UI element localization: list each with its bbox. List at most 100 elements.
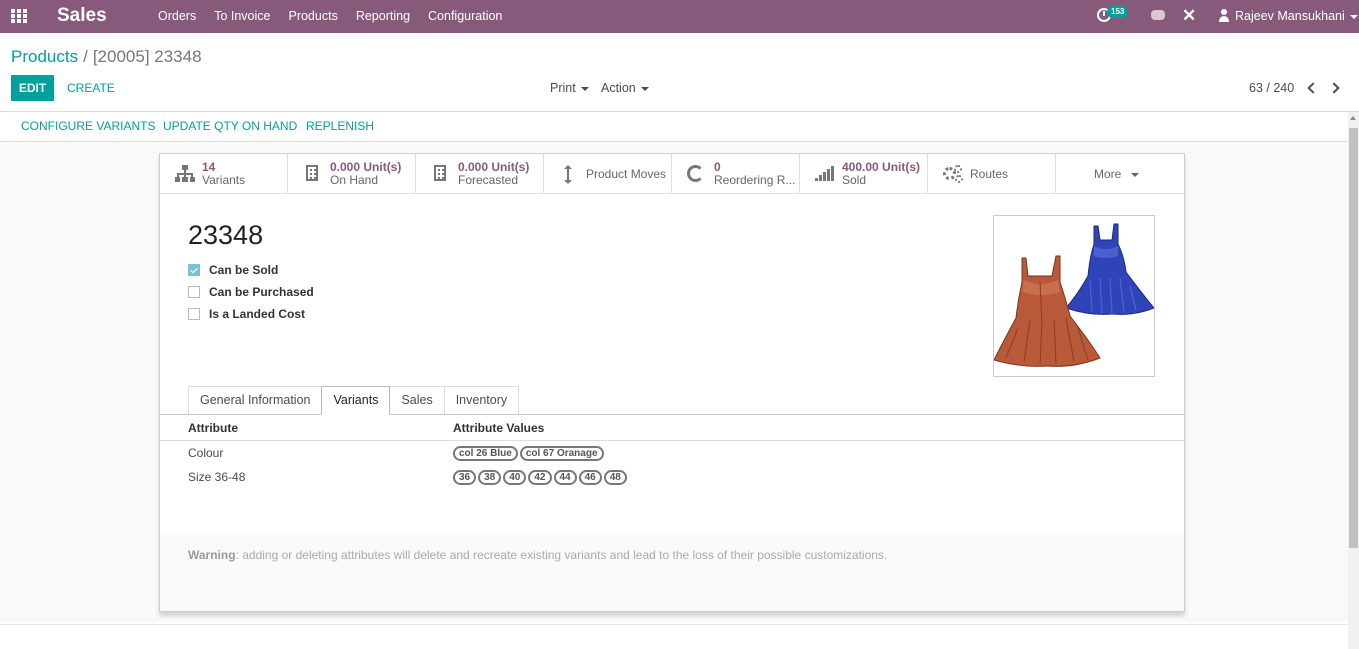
value-tag: col 26 Blue [453, 446, 518, 461]
value-tag: 46 [578, 470, 602, 485]
scrollbar-thumb[interactable] [1349, 128, 1358, 548]
reordering-label: Reordering R... [714, 173, 796, 187]
scroll-up-icon[interactable] [1350, 116, 1356, 120]
vertical-scrollbar[interactable] [1348, 112, 1359, 649]
is-landed-cost-option: Is a Landed Cost [188, 306, 305, 322]
value-tag: 38 [478, 470, 502, 485]
notebook-tabs: General Information Variants Sales Inven… [188, 386, 520, 415]
tab-sales[interactable]: Sales [389, 386, 445, 415]
more-dropdown-button[interactable]: More [1056, 154, 1184, 194]
attribute-values: col 26 Blue col 67 Oranage [453, 446, 606, 461]
routes-stat-button[interactable]: Routes [928, 154, 1056, 194]
building-icon [434, 165, 446, 181]
warning-text: : adding or deleting attributes will del… [235, 548, 888, 562]
create-button[interactable]: CREATE [67, 81, 115, 95]
pager-previous-button[interactable] [1303, 80, 1319, 96]
product-moves-stat-button[interactable]: Product Moves [544, 154, 672, 194]
variants-label: Variants [202, 173, 246, 187]
chevron-right-icon [1328, 82, 1340, 94]
attribute-name: Size 36-48 [188, 470, 246, 484]
print-dropdown[interactable]: Print [550, 81, 589, 95]
can-be-purchased-checkbox[interactable] [188, 286, 200, 298]
can-be-sold-option: Can be Sold [188, 262, 278, 278]
variants-stat-button[interactable]: 14 Variants [160, 154, 288, 194]
caret-down-icon [1349, 14, 1358, 19]
breadcrumb-products[interactable]: Products [11, 47, 78, 66]
attribute-values: 36 38 40 42 44 46 48 [453, 470, 629, 485]
value-tag: 40 [503, 470, 527, 485]
messaging-icon[interactable] [1151, 10, 1165, 20]
value-tag: 48 [603, 470, 627, 485]
can-be-purchased-label: Can be Purchased [209, 285, 314, 299]
attribute-name: Colour [188, 446, 224, 460]
tab-general-information[interactable]: General Information [188, 386, 323, 415]
user-menu[interactable]: Rajeev Mansukhani [1235, 9, 1358, 23]
menu-to-invoice[interactable]: To Invoice [205, 0, 279, 33]
menu-configuration[interactable]: Configuration [419, 0, 511, 33]
forecasted-label: Forecasted [458, 173, 519, 187]
sold-stat-button[interactable]: 400.00 Unit(s) Sold [800, 154, 928, 194]
column-attribute[interactable]: Attribute [188, 421, 238, 435]
pager-value[interactable]: 63 / 240 [1249, 81, 1294, 95]
form-statusbar: CONFIGURE VARIANTS UPDATE QTY ON HAND RE… [0, 112, 1348, 142]
breadcrumb-current: [20005] 23348 [92, 47, 202, 66]
top-navbar: Sales Orders To Invoice Products Reporti… [0, 0, 1359, 33]
product-name: 23348 [188, 220, 264, 250]
tab-inventory[interactable]: Inventory [443, 386, 520, 415]
can-be-sold-checkbox[interactable] [188, 264, 200, 276]
sheet-footer [160, 534, 1184, 611]
print-label: Print [550, 81, 576, 95]
activity-count-badge: 153 [1107, 6, 1129, 18]
refresh-icon [687, 165, 704, 182]
main-menu: Orders To Invoice Products Reporting Con… [149, 0, 511, 33]
on-hand-stat-button[interactable]: 0.000 Unit(s) On Hand [288, 154, 416, 194]
menu-orders[interactable]: Orders [149, 0, 205, 33]
app-name[interactable]: Sales [57, 5, 107, 27]
configure-variants-button[interactable]: CONFIGURE VARIANTS [21, 119, 155, 133]
value-tag: col 67 Oranage [519, 446, 604, 461]
chevron-left-icon [1307, 82, 1319, 94]
update-qty-on-hand-button[interactable]: UPDATE QTY ON HAND [163, 119, 297, 133]
smart-button-box: 14 Variants 0.000 Unit(s) On Hand 0.000 Un… [160, 154, 1184, 194]
can-be-purchased-option: Can be Purchased [188, 284, 314, 300]
product-image[interactable] [993, 215, 1155, 377]
is-landed-cost-checkbox[interactable] [188, 308, 200, 320]
variants-warning: Warning: adding or deleting attributes w… [188, 548, 887, 562]
edit-button[interactable]: EDIT [11, 75, 54, 101]
breadcrumb: Products / [20005] 23348 [11, 47, 202, 67]
menu-reporting[interactable]: Reporting [347, 0, 419, 33]
arrows-v-icon [563, 165, 573, 184]
more-label: More [1094, 167, 1122, 181]
tab-variants[interactable]: Variants [321, 386, 391, 415]
routes-label: Routes [970, 167, 1009, 181]
table-row[interactable]: Size 36-48 36 38 40 42 44 46 48 [160, 465, 1184, 489]
gears-icon [943, 165, 963, 183]
user-icon[interactable] [1219, 9, 1229, 23]
attributes-table-header: Attribute Attribute Values [160, 415, 1184, 441]
warning-label: Warning [188, 548, 236, 562]
can-be-sold-label: Can be Sold [209, 263, 279, 277]
form-sheet: 14 Variants 0.000 Unit(s) On Hand 0.000 Un… [159, 153, 1185, 612]
action-label: Action [601, 81, 636, 95]
table-row[interactable]: Colour col 26 Blue col 67 Oranage [160, 441, 1184, 465]
sold-label: Sold [842, 173, 867, 187]
forecasted-stat-button[interactable]: 0.000 Unit(s) Forecasted [416, 154, 544, 194]
value-tag: 36 [453, 470, 477, 485]
apps-menu-icon[interactable] [11, 9, 27, 23]
value-tag: 42 [528, 470, 552, 485]
caret-down-icon [580, 86, 589, 91]
action-dropdown[interactable]: Action [601, 81, 649, 95]
menu-products[interactable]: Products [279, 0, 346, 33]
close-icon[interactable]: ✕ [1182, 6, 1196, 26]
breadcrumb-separator: / [83, 47, 88, 66]
value-tag: 44 [553, 470, 577, 485]
user-name: Rajeev Mansukhani [1235, 9, 1345, 23]
column-attribute-values[interactable]: Attribute Values [453, 421, 544, 435]
dress-image [993, 223, 1155, 367]
reordering-rules-stat-button[interactable]: 0 Reordering R... [672, 154, 800, 194]
replenish-button[interactable]: REPLENISH [306, 119, 374, 133]
pager-next-button[interactable] [1328, 80, 1344, 96]
on-hand-label: On Hand [330, 173, 379, 187]
sitemap-icon [175, 165, 195, 183]
signal-icon [815, 165, 835, 183]
